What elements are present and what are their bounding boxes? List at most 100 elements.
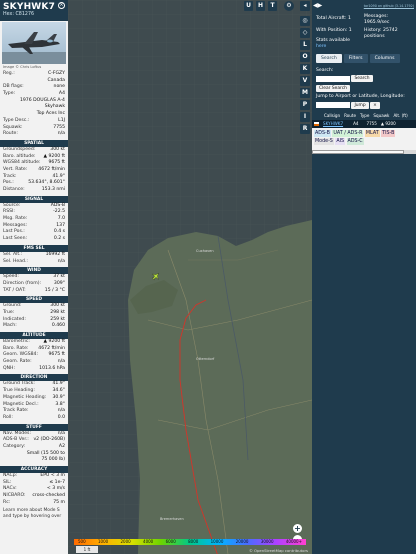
row-value: n/a [57,131,65,137]
row-value: L1J [58,117,65,123]
map-button-v[interactable]: V [300,76,310,86]
row-value: n/a [57,359,65,365]
row-key: ADS-B Ver.: [3,437,29,443]
map-button-u[interactable]: U [244,1,253,11]
map-layers-alt-icon[interactable]: ◇ [300,28,310,38]
info-row: Sel. Head.: n/a [0,259,68,266]
zoom-in-button[interactable]: + [293,524,302,533]
map-attribution[interactable]: © OpenStreetMap contributors [249,548,308,553]
row-key: Mach: [3,323,17,329]
row-value: Canada [47,77,65,83]
place-label-cuxhaven: Cuxhaven [196,249,214,253]
total-aircraft: Total Aircraft: 1 [316,16,351,21]
clear-search-button[interactable]: Clear Search [316,85,350,92]
jump-button[interactable]: Jump [351,101,369,109]
row-value: 300 kt [50,146,65,152]
row-value: 53.634°, 8.601° [28,180,65,186]
map-button-h[interactable]: H [256,1,265,11]
info-row: 75 000 lb) [0,457,68,464]
settings-gear-icon[interactable]: ⚙ [284,1,294,11]
info-row: Speed: 37 kt [0,274,68,281]
expand-arrows-icon[interactable]: ◀▶ [313,2,322,9]
scrollbar-thumb[interactable] [312,150,404,154]
row-key: Distance: [3,187,25,192]
map-button-l[interactable]: L [300,40,310,50]
info-row: Sel. Alt.: 16992 ft [0,252,68,259]
info-row: QNH: 1013.6 hPa [0,366,68,373]
search-button[interactable]: Search [351,75,373,82]
info-row: NICBARO: cross-checked [0,493,68,500]
map-button-o[interactable]: O [300,52,310,62]
row-value: 300 kt [50,303,65,309]
jump-input[interactable] [316,102,350,109]
table-row[interactable]: SKYHWK7 A4 7755 ▲ 9200 [312,120,416,128]
row-key: TAT / OAT: [3,287,26,293]
aircraft-photo[interactable] [2,22,66,64]
row-type: A4 [353,121,359,126]
section-fms[interactable]: FMS SEL [0,244,68,252]
row-value: 0.460 [51,323,65,329]
section-spatial[interactable]: SPATIAL [0,139,68,147]
tab-filters[interactable]: Filters [343,54,368,63]
messages-value: 1965.9/sec [364,20,390,25]
info-row: Barometric: ▲ 9200 ft [0,339,68,346]
column-header[interactable]: Callsign [324,112,340,120]
info-row: Route: n/a [0,131,68,138]
row-key: Rc: [3,499,11,505]
badge-tisb[interactable]: TIS-B [381,129,396,137]
row-value: C-FGZY [47,71,65,76]
search-input[interactable] [316,75,350,82]
section-stuff[interactable]: STUFF [0,423,68,431]
badge-ais[interactable]: AIS [335,137,346,145]
map-canvas[interactable]: Cuxhaven Otterndorf Bremerhaven [68,0,312,554]
map-button-i[interactable]: I [300,112,310,122]
row-key: Sel. Head.: [3,258,28,264]
badge-modes[interactable]: Mode-S [314,137,334,145]
tab-search[interactable]: Search [316,54,342,63]
section-altitude[interactable]: ALTITUDE [0,332,68,339]
close-icon[interactable]: × [58,2,65,9]
info-row: Reg.: C-FGZY [0,71,68,78]
badge-mlat[interactable]: MLAT [364,129,380,137]
clear-jump-button[interactable]: × [370,101,380,109]
row-callsign[interactable]: SKYHWK7 [323,120,343,128]
version-link[interactable]: tar1090 on github (3.14.1792) [364,4,414,8]
unit-toggle-button[interactable]: 1 ft [76,546,98,553]
column-header[interactable]: Squawk [373,112,389,120]
map-button-m[interactable]: M [300,88,310,98]
badge-adsc[interactable]: ADS-C [346,137,364,145]
map-view[interactable]: Cuxhaven Otterndorf Bremerhaven U H T ⚙ … [68,0,312,554]
stats-link[interactable]: here [316,44,326,50]
row-key: Msg. Rate: [3,216,28,222]
map-button-p[interactable]: P [300,100,310,110]
row-value: cross-checked [32,493,65,499]
section-signal[interactable]: SIGNAL [0,195,68,203]
settings-tabs: Search Filters Columns [316,54,400,63]
badge-uat[interactable]: UAT / ADS-R [332,129,364,137]
signal-rows: Source: ADS-B RSSI: -22.5 Msg. Rate: 7.0 Messa… [0,203,68,243]
learn-more-text: Learn more about Mode S and type by hove… [3,508,62,520]
info-row: Track Rate: n/a [0,408,68,415]
column-header[interactable]: Type [360,112,369,120]
column-header[interactable]: Route [344,112,356,120]
map-layers-icon[interactable]: ◎ [300,16,310,26]
row-key: True Heading: [3,388,35,394]
map-button-r[interactable]: R [300,124,310,134]
column-header[interactable]: Alt. (ft) [393,112,407,120]
history-unit: positions [364,34,385,39]
row-key: Vert. Rate: [3,166,28,172]
altitude-legend-label: 500 [78,539,86,544]
tab-columns[interactable]: Columns [369,54,400,63]
aircraft-table: Callsign Route Type Squawk Alt. (ft) SKYHWK7… [312,112,416,128]
section-accuracy[interactable]: ACCURACY [0,466,68,473]
stats-available: Stats available [316,38,350,43]
badge-adsb[interactable]: ADS-B [314,129,331,137]
map-button-k[interactable]: K [300,64,310,74]
horizontal-scrollbar[interactable] [312,150,416,154]
stuff-rows: Nav. Modes: n/a ADS-B Ver.: v2 (DO-260B) Cat… [0,431,68,464]
map-button-t[interactable]: T [268,1,277,11]
row-key: Pos.: [3,180,14,186]
row-key: Type Desc.: [3,117,30,123]
collapse-sidebar-icon[interactable]: ◂ [300,1,310,11]
altitude-legend-label: 6000 [165,539,176,544]
